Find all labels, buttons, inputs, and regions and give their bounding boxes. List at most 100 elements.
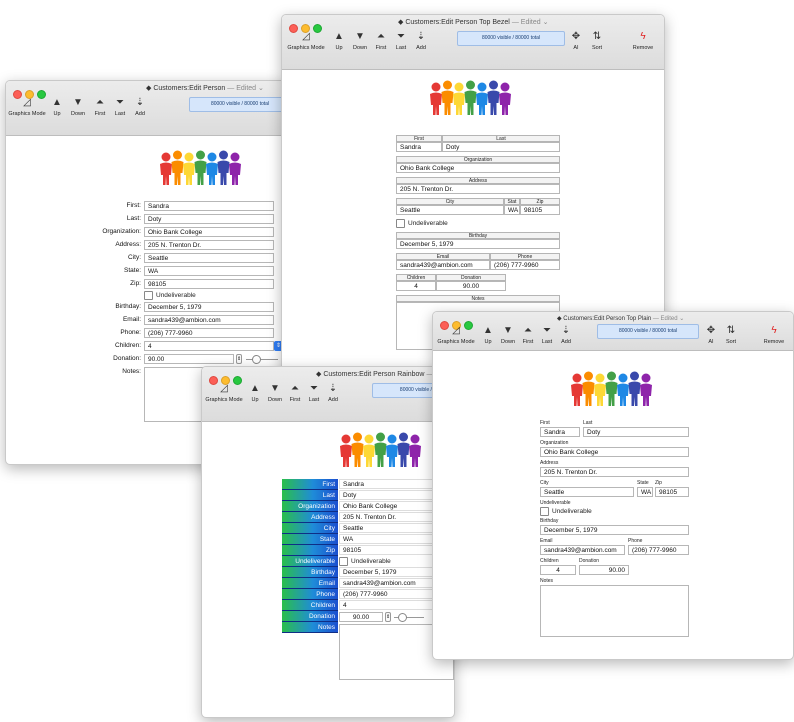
birthday-field[interactable]: December 5, 1979 [540,525,689,535]
last-button[interactable]: ⏷ Last [306,381,322,403]
zip-field[interactable]: 98105 [144,279,274,289]
up-button[interactable]: ▲ Up [50,95,64,117]
donation-field[interactable]: 90.00 [339,612,383,622]
person-body-icon [217,160,230,185]
state-field[interactable]: WA [504,205,520,215]
undeliverable-checkbox[interactable]: Undeliverable [339,557,391,566]
children-field[interactable]: 4 [540,565,576,575]
zip-field[interactable]: 98105 [339,545,439,555]
first-button[interactable]: ⏶ First [373,29,389,51]
first-field[interactable]: Sandra [339,479,439,489]
down-button[interactable]: ▼ Down [498,323,518,345]
address-field[interactable]: 205 N. Trenton Dr. [339,512,439,522]
donation-stepper[interactable]: ⇕ [385,612,391,622]
last-field[interactable]: Doty [583,427,689,437]
email-field[interactable]: sandra439@ambion.com [396,260,490,270]
last-field[interactable]: Doty [144,214,274,224]
organization-field[interactable]: Ohio Bank College [144,227,274,237]
ai-button[interactable]: ✥ AI [704,323,718,345]
remove-button[interactable]: ϟ Remove [630,29,656,51]
organization-field[interactable]: Ohio Bank College [339,501,439,511]
first-field[interactable]: Sandra [144,201,274,211]
donation-field[interactable]: 90.00 [436,281,506,291]
person-body-icon [409,444,421,467]
state-field[interactable]: WA [339,534,439,544]
ai-button[interactable]: ✥ AI [569,29,583,51]
graphics-mode-button[interactable]: ◿ Graphics Mode [284,29,328,51]
last-record-icon: ⏷ [543,325,551,336]
zip-field[interactable]: 98105 [655,487,689,497]
undeliverable-checkbox[interactable]: Undeliverable [396,219,448,228]
last-field[interactable]: Doty [442,142,560,152]
sort-button[interactable]: ⇅ Sort [722,323,740,345]
city-field[interactable]: Seattle [144,253,274,263]
phone-field[interactable]: (206) 777-9960 [339,589,439,599]
remove-button[interactable]: ϟ Remove [761,323,787,345]
last-field[interactable]: Doty [339,490,439,500]
email-field[interactable]: sandra439@ambion.com [339,578,439,588]
zip-field[interactable]: 98105 [520,205,560,215]
first-field[interactable]: Sandra [396,142,442,152]
up-button[interactable]: ▲ Up [332,29,346,51]
graphics-mode-icon: ◿ [302,31,310,42]
add-button[interactable]: ⇣ Add [325,381,341,403]
birthday-field[interactable]: December 5, 1979 [396,239,560,249]
graphics-mode-button[interactable]: ◿ Graphics Mode [435,323,477,345]
add-button[interactable]: ⇣ Add [132,95,148,117]
city-field[interactable]: Seattle [339,523,439,533]
sort-button[interactable]: ⇅ Sort [588,29,606,51]
last-button[interactable]: ⏷ Last [112,95,128,117]
up-button[interactable]: ▲ Up [481,323,495,345]
add-button[interactable]: ⇣ Add [558,323,574,345]
add-button[interactable]: ⇣ Add [413,29,429,51]
birthday-field[interactable]: December 5, 1979 [339,567,439,577]
graphics-mode-button[interactable]: ◿ Graphics Mode [204,381,244,403]
last-label: Last: [126,215,141,222]
donation-stepper[interactable]: ⇕ [236,354,242,364]
children-field[interactable]: 4 [396,281,436,291]
state-field[interactable]: WA [144,266,274,276]
address-field[interactable]: 205 N. Trenton Dr. [144,240,274,250]
up-button[interactable]: ▲ Up [248,381,262,403]
city-field[interactable]: Seattle [396,205,504,215]
zip-label: Zip: [130,280,141,287]
first-button[interactable]: ⏶ First [287,381,303,403]
undeliverable-checkbox[interactable]: Undeliverable [540,507,592,516]
last-button[interactable]: ⏷ Last [539,323,555,345]
organization-field[interactable]: Ohio Bank College [540,447,689,457]
graphics-mode-button[interactable]: ◿ Graphics Mode [8,95,46,117]
state-header: Stat [504,198,520,205]
down-button[interactable]: ▼ Down [68,95,88,117]
person-head-icon [364,434,374,444]
phone-field[interactable]: (206) 777-9960 [490,260,560,270]
email-field[interactable]: sandra439@ambion.com [540,545,625,555]
phone-field[interactable]: (206) 777-9960 [144,328,274,338]
city-field[interactable]: Seattle [540,487,634,497]
phone-field[interactable]: (206) 777-9960 [628,545,689,555]
donation-slider[interactable] [246,359,278,360]
birthday-field[interactable]: December 5, 1979 [144,302,274,312]
checkbox-icon [144,291,153,300]
down-button[interactable]: ▼ Down [350,29,370,51]
last-button[interactable]: ⏷ Last [393,29,409,51]
undeliverable-checkbox[interactable]: Undeliverable [144,291,196,300]
down-button[interactable]: ▼ Down [265,381,285,403]
children-field[interactable]: 4 [339,600,439,610]
address-label: Address [540,460,559,466]
person-head-icon [431,82,441,92]
first-field[interactable]: Sandra [540,427,580,437]
address-field[interactable]: 205 N. Trenton Dr. [540,467,689,477]
donation-field[interactable]: 90.00 [144,354,234,364]
slider-knob[interactable] [252,355,261,364]
sort-icon: ⇅ [726,325,736,336]
email-field[interactable]: sandra439@ambion.com [144,315,274,325]
address-field[interactable]: 205 N. Trenton Dr. [396,184,560,194]
first-button[interactable]: ⏶ First [92,95,108,117]
notes-field[interactable] [540,585,689,637]
donation-field[interactable]: 90.00 [579,565,629,575]
organization-field[interactable]: Ohio Bank College [396,163,560,173]
children-select[interactable]: 4 [144,341,274,351]
state-field[interactable]: WA [637,487,653,497]
slider-knob[interactable] [398,613,407,622]
first-button[interactable]: ⏶ First [520,323,536,345]
